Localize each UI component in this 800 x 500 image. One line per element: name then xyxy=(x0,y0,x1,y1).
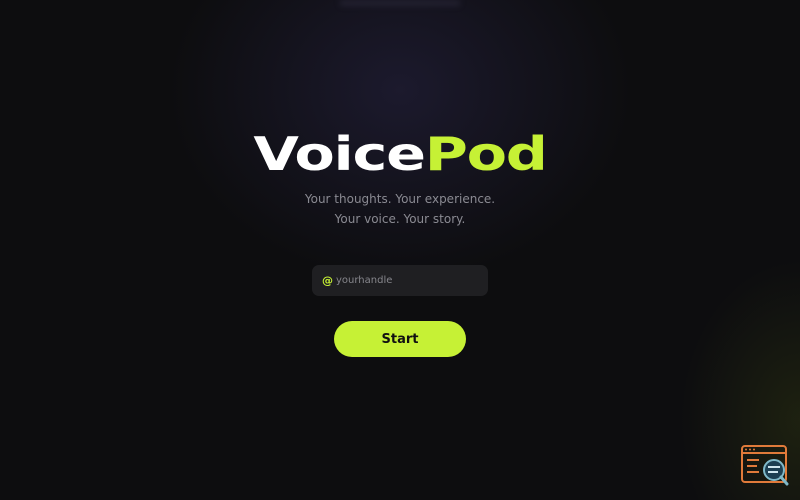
logo-voice-text: Voice xyxy=(253,127,426,181)
tagline-line-1: Your thoughts. Your experience. xyxy=(304,192,496,206)
at-sign-prefix: @ xyxy=(322,274,333,287)
landing-page: VoicePod Your thoughts. Your experience.… xyxy=(0,0,800,500)
handle-input[interactable] xyxy=(336,275,476,286)
logo-pod-text: Pod xyxy=(424,127,548,181)
start-button[interactable]: Start xyxy=(334,321,466,357)
tagline-line-2: Your voice. Your story. xyxy=(334,212,466,226)
app-logo: VoicePod xyxy=(0,128,800,180)
handle-field[interactable]: @ xyxy=(312,265,488,296)
browser-search-icon[interactable] xyxy=(741,445,789,487)
top-glow xyxy=(340,0,460,6)
